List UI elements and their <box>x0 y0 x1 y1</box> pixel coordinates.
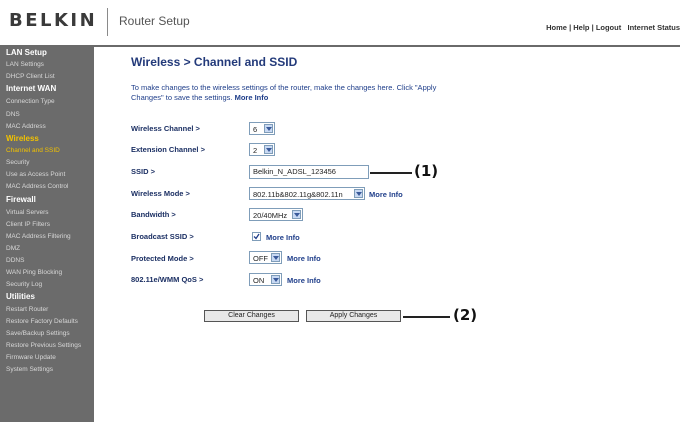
chevron-down-icon <box>354 189 363 198</box>
broadcast-ssid-label: Broadcast SSID > <box>131 232 194 241</box>
sidebar: LAN Setup LAN Settings DHCP Client List … <box>0 47 94 422</box>
extension-channel-label: Extension Channel > <box>131 145 205 154</box>
wmm-qos-label: 802.11e/WMM QoS > <box>131 275 204 284</box>
broadcast-ssid-more-info-link[interactable]: More Info <box>266 233 300 242</box>
extension-channel-value: 2 <box>253 145 258 155</box>
sidebar-item-mac-address-filtering[interactable]: MAC Address Filtering <box>6 233 71 240</box>
sidebar-item-lan-settings[interactable]: LAN Settings <box>6 61 44 68</box>
wireless-mode-value: 802.11b&802.11g&802.11n <box>253 189 343 199</box>
checkmark-icon <box>253 233 260 240</box>
wmm-qos-select[interactable]: ON <box>249 273 282 286</box>
wireless-mode-more-info-link[interactable]: More Info <box>369 190 403 199</box>
sidebar-section-firewall[interactable]: Firewall <box>6 195 36 204</box>
chevron-down-icon <box>271 275 280 284</box>
wmm-qos-more-info-link[interactable]: More Info <box>287 276 321 285</box>
sidebar-item-save-backup-settings[interactable]: Save/Backup Settings <box>6 330 70 337</box>
sidebar-section-internet-wan[interactable]: Internet WAN <box>6 84 56 93</box>
protected-mode-select[interactable]: OFF <box>249 251 282 264</box>
protected-mode-more-info-link[interactable]: More Info <box>287 254 321 263</box>
callout-2: (2) <box>453 306 478 324</box>
sidebar-item-client-ip-filters[interactable]: Client IP Filters <box>6 221 50 228</box>
callout-1: (1) <box>414 162 439 180</box>
callout-2-line <box>403 316 450 318</box>
sidebar-item-restore-previous-settings[interactable]: Restore Previous Settings <box>6 342 81 349</box>
sidebar-item-wan-ping-blocking[interactable]: WAN Ping Blocking <box>6 269 62 276</box>
sidebar-item-use-as-access-point[interactable]: Use as Access Point <box>6 171 65 178</box>
sidebar-item-channel-and-ssid[interactable]: Channel and SSID <box>6 147 60 154</box>
wireless-channel-select[interactable]: 6 <box>249 122 275 135</box>
sidebar-item-system-settings[interactable]: System Settings <box>6 366 53 373</box>
logout-link[interactable]: Logout <box>596 23 621 32</box>
page-title: Wireless > Channel and SSID <box>131 55 298 69</box>
sidebar-item-dhcp-client-list[interactable]: DHCP Client List <box>6 73 55 80</box>
apply-changes-button[interactable]: Apply Changes <box>306 310 401 322</box>
protected-mode-label: Protected Mode > <box>131 254 194 263</box>
sidebar-item-firmware-update[interactable]: Firmware Update <box>6 354 56 361</box>
sidebar-item-security[interactable]: Security <box>6 159 29 166</box>
bandwidth-label: Bandwidth > <box>131 210 176 219</box>
chevron-down-icon <box>271 253 280 262</box>
chevron-down-icon <box>264 145 273 154</box>
sidebar-section-wireless[interactable]: Wireless <box>6 134 39 143</box>
sidebar-item-virtual-servers[interactable]: Virtual Servers <box>6 209 49 216</box>
logo-divider <box>107 8 108 36</box>
header: BELKIN Router Setup Home | Help | Logout… <box>0 0 680 47</box>
sidebar-item-restart-router[interactable]: Restart Router <box>6 306 48 313</box>
sidebar-section-lan-setup[interactable]: LAN Setup <box>6 48 47 57</box>
clear-changes-button[interactable]: Clear Changes <box>204 310 299 322</box>
ssid-label: SSID > <box>131 167 155 176</box>
sidebar-item-mac-address[interactable]: MAC Address <box>6 123 46 130</box>
intro-body: To make changes to the wireless settings… <box>131 83 437 102</box>
sidebar-item-security-log[interactable]: Security Log <box>6 281 42 288</box>
wireless-channel-value: 6 <box>253 124 258 134</box>
wireless-channel-label: Wireless Channel > <box>131 124 200 133</box>
bandwidth-value: 20/40MHz <box>253 210 288 220</box>
sidebar-item-connection-type[interactable]: Connection Type <box>6 98 55 105</box>
chevron-down-icon <box>264 124 273 133</box>
wmm-qos-value: ON <box>253 275 265 285</box>
intro-text: To make changes to the wireless settings… <box>131 83 471 103</box>
internet-status-link[interactable]: Internet Status <box>627 23 680 32</box>
home-link[interactable]: Home <box>546 23 567 32</box>
help-link[interactable]: Help <box>573 23 589 32</box>
wireless-mode-label: Wireless Mode > <box>131 189 190 198</box>
ssid-input[interactable]: Belkin_N_ADSL_123456 <box>249 165 369 179</box>
wireless-mode-select[interactable]: 802.11b&802.11g&802.11n <box>249 187 365 200</box>
app-title: Router Setup <box>119 14 190 28</box>
extension-channel-select[interactable]: 2 <box>249 143 275 156</box>
broadcast-ssid-checkbox[interactable] <box>252 232 261 241</box>
intro-more-info-link[interactable]: More Info <box>235 93 269 102</box>
belkin-logo: BELKIN <box>9 10 98 31</box>
sidebar-section-utilities[interactable]: Utilities <box>6 292 35 301</box>
sidebar-item-dmz[interactable]: DMZ <box>6 245 20 252</box>
sidebar-item-restore-factory-defaults[interactable]: Restore Factory Defaults <box>6 318 78 325</box>
callout-1-line <box>370 172 412 174</box>
protected-mode-value: OFF <box>253 253 268 263</box>
chevron-down-icon <box>292 210 301 219</box>
sidebar-item-mac-address-control[interactable]: MAC Address Control <box>6 183 69 190</box>
sidebar-item-dns[interactable]: DNS <box>6 111 20 118</box>
bandwidth-select[interactable]: 20/40MHz <box>249 208 303 221</box>
sidebar-item-ddns[interactable]: DDNS <box>6 257 24 264</box>
top-links: Home | Help | Logout Internet Status <box>546 23 680 32</box>
